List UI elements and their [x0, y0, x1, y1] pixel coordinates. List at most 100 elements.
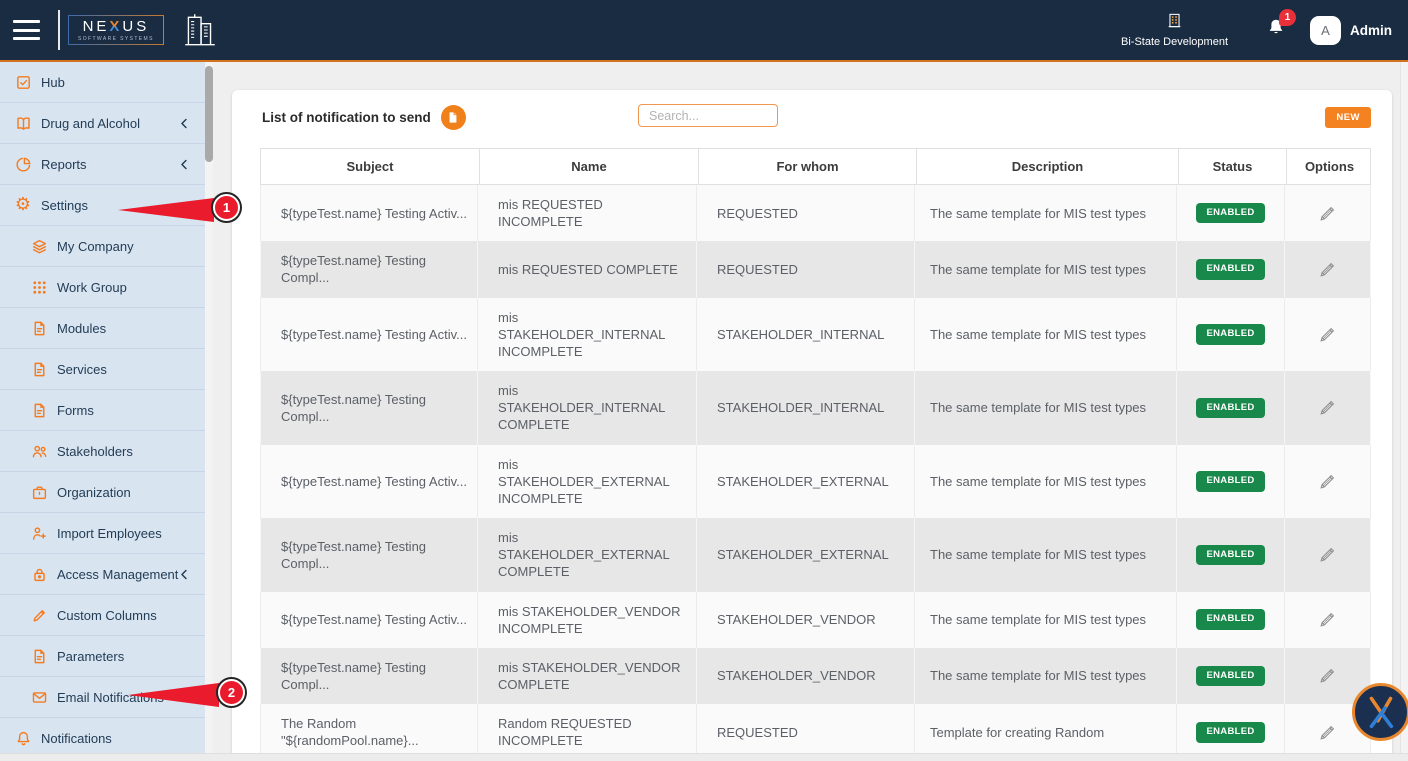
- sidebar-item-import-employees[interactable]: Import Employees: [0, 513, 205, 554]
- cell-for-whom: STAKEHOLDER_EXTERNAL: [697, 444, 915, 519]
- notification-count-badge: 1: [1279, 9, 1296, 26]
- document-icon: [30, 360, 48, 378]
- user-avatar[interactable]: A: [1310, 15, 1341, 45]
- sidebar-item-parameters[interactable]: Parameters: [0, 636, 205, 677]
- sidebar-item-label: Email Notifications: [57, 689, 164, 705]
- edit-pencil-icon[interactable]: [1318, 398, 1337, 417]
- sidebar-item-label: Access Management: [57, 566, 179, 582]
- sidebar-item-hub[interactable]: Hub: [0, 62, 205, 103]
- column-header-name: Name: [479, 149, 698, 184]
- people-icon: [30, 442, 48, 460]
- sidebar-item-label: Modules: [57, 320, 107, 336]
- top-navbar: NEXUS SOFTWARE SYSTEMS Bi-State Developm…: [0, 0, 1408, 62]
- cell-name: mis STAKEHOLDER_EXTERNAL INCOMPLETE: [478, 444, 697, 519]
- sidebar-item-email-notifications[interactable]: Email Notifications: [0, 677, 205, 718]
- cell-name: Random REQUESTED INCOMPLETE: [478, 704, 697, 761]
- column-header-status: Status: [1178, 149, 1286, 184]
- sidebar-items: Hub Drug and Alcohol Reports ⚙ Settings …: [0, 62, 205, 753]
- sidebar-item-label: Notifications: [41, 730, 112, 746]
- envelope-icon: [30, 688, 48, 706]
- sidebar-item-label: Organization: [57, 484, 131, 500]
- edit-pencil-icon[interactable]: [1318, 260, 1337, 279]
- edit-pencil-icon[interactable]: [1318, 204, 1337, 223]
- cell-status: ENABLED: [1177, 185, 1285, 242]
- vertical-scrollbar[interactable]: [1400, 62, 1408, 753]
- table-row: The Random "${randomPool.name}... Random…: [260, 704, 1371, 761]
- cell-description: The same template for MIS test types: [915, 591, 1177, 648]
- column-header-subject: Subject: [346, 159, 394, 174]
- notifications-card: List of notification to send NEW Subject…: [232, 90, 1392, 761]
- lock-icon: [30, 565, 48, 583]
- sidebar-item-label: Parameters: [57, 648, 125, 664]
- status-badge: ENABLED: [1196, 665, 1265, 687]
- page-title: List of notification to send: [262, 110, 431, 125]
- cell-description: The same template for MIS test types: [915, 647, 1177, 705]
- document-icon: [30, 319, 48, 337]
- edit-pencil-icon[interactable]: [1318, 472, 1337, 491]
- sidebar-item-reports[interactable]: Reports: [0, 144, 205, 185]
- sidebar-item-services[interactable]: Services: [0, 349, 205, 390]
- nexus-logo[interactable]: NEXUS SOFTWARE SYSTEMS: [68, 14, 164, 46]
- new-button[interactable]: NEW: [1325, 107, 1371, 128]
- cell-subject: ${typeTest.name} Testing Compl...: [260, 518, 478, 592]
- sidebar-item-label: Custom Columns: [57, 607, 157, 623]
- search-input[interactable]: [638, 104, 778, 127]
- sidebar-item-label: Forms: [57, 402, 94, 418]
- edit-pencil-icon[interactable]: [1318, 666, 1337, 685]
- cell-status: ENABLED: [1177, 297, 1285, 372]
- buildings-logo-icon: [180, 10, 220, 50]
- cell-status: ENABLED: [1177, 371, 1285, 445]
- sidebar-item-drug-and-alcohol[interactable]: Drug and Alcohol: [0, 103, 205, 144]
- edit-pencil-icon[interactable]: [1318, 325, 1337, 344]
- sidebar-item-settings[interactable]: ⚙ Settings: [0, 185, 205, 226]
- cell-status: ENABLED: [1177, 704, 1285, 761]
- edit-pencil-icon[interactable]: [1318, 545, 1337, 564]
- sidebar-item-stakeholders[interactable]: Stakeholders: [0, 431, 205, 472]
- sidebar-item-work-group[interactable]: Work Group: [0, 267, 205, 308]
- nexus-floating-button[interactable]: [1352, 683, 1408, 741]
- cell-options: [1285, 241, 1371, 298]
- document-badge-icon[interactable]: [440, 105, 466, 130]
- cell-name: mis STAKEHOLDER_EXTERNAL COMPLETE: [478, 518, 697, 592]
- hamburger-menu-icon[interactable]: [13, 20, 40, 40]
- sidebar-scrollbar-thumb[interactable]: [205, 66, 213, 162]
- cell-subject: ${typeTest.name} Testing Compl...: [260, 371, 478, 445]
- chevron-left-icon: [178, 568, 191, 581]
- cell-description: The same template for MIS test types: [915, 297, 1177, 372]
- sidebar-item-forms[interactable]: Forms: [0, 390, 205, 431]
- cell-description: The same template for MIS test types: [915, 185, 1177, 242]
- notifications-bell[interactable]: 1: [1266, 9, 1296, 43]
- cell-description: Template for creating Random: [915, 704, 1177, 761]
- sidebar-scrollbar[interactable]: [205, 62, 213, 753]
- cell-options: [1285, 518, 1371, 592]
- tenant-selector[interactable]: Bi-State Development: [1121, 12, 1228, 48]
- edit-pencil-icon[interactable]: [1318, 723, 1337, 742]
- cell-subject: ${typeTest.name} Testing Activ...: [260, 444, 478, 519]
- status-badge: ENABLED: [1196, 259, 1265, 280]
- layers-icon: [30, 237, 48, 255]
- navbar-divider: [58, 10, 60, 50]
- cell-subject: ${typeTest.name} Testing Activ...: [260, 591, 478, 648]
- sidebar-item-modules[interactable]: Modules: [0, 308, 205, 349]
- sidebar-item-organization[interactable]: Organization: [0, 472, 205, 513]
- cell-status: ENABLED: [1177, 591, 1285, 648]
- tenant-label: Bi-State Development: [1121, 36, 1228, 48]
- sidebar-item-access-management[interactable]: Access Management: [0, 554, 205, 595]
- cell-subject: ${typeTest.name} Testing Activ...: [260, 297, 478, 372]
- cell-for-whom: REQUESTED: [697, 241, 915, 298]
- pie-chart-icon: [14, 155, 32, 173]
- sidebar-item-label: My Company: [57, 238, 134, 254]
- card-header: List of notification to send NEW: [232, 90, 1392, 142]
- horizontal-scrollbar[interactable]: [0, 753, 1408, 761]
- cell-for-whom: STAKEHOLDER_INTERNAL: [697, 371, 915, 445]
- cell-options: [1285, 444, 1371, 519]
- sidebar-item-custom-columns[interactable]: Custom Columns: [0, 595, 205, 636]
- document-icon: [30, 401, 48, 419]
- chevron-left-icon: [178, 158, 191, 171]
- sidebar-item-my-company[interactable]: My Company: [0, 226, 205, 267]
- sidebar-item-notifications[interactable]: Notifications: [0, 718, 205, 753]
- column-header-for-whom: For whom: [698, 149, 916, 184]
- gear-icon: ⚙: [14, 194, 32, 215]
- cell-name: mis REQUESTED INCOMPLETE: [478, 185, 697, 242]
- edit-pencil-icon[interactable]: [1318, 610, 1337, 629]
